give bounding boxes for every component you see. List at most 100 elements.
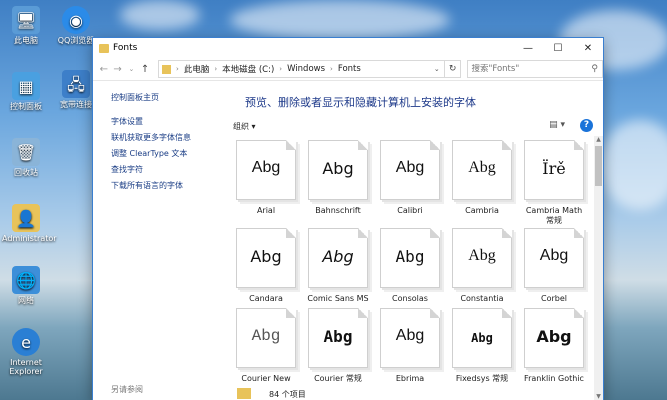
forward-arrow-icon[interactable]: → [111, 64, 125, 75]
link-control-panel-home[interactable]: 控制面板主页 [111, 92, 159, 103]
refresh-icon[interactable]: ↻ [444, 60, 462, 78]
desktop-icon-ie[interactable]: e Internet Explorer [2, 328, 50, 376]
font-name: Comic Sans MS [307, 294, 369, 303]
desktop-icon-user[interactable]: 👤 Administrator [2, 204, 57, 243]
font-tile-cambria-math[interactable]: Ïrě Cambria Math 常规 [521, 140, 587, 225]
font-name: Corbel [541, 294, 567, 303]
breadcrumb-fonts[interactable]: Fonts [335, 64, 364, 74]
organize-button[interactable]: 组织 ▾ [233, 121, 256, 132]
font-name: Courier New [241, 374, 291, 383]
computer-icon: 🖥 [12, 6, 40, 34]
minimize-button[interactable]: — [513, 38, 543, 58]
font-preview: Abg [468, 247, 496, 264]
breadcrumb-windows[interactable]: Windows [284, 64, 328, 74]
font-tile-franklin-gothic[interactable]: Abg Franklin Gothic [521, 308, 587, 390]
font-tile-corbel[interactable]: Abg Corbel [521, 228, 587, 310]
back-arrow-icon[interactable]: ← [97, 64, 111, 75]
desktop-icon-label: 宽带连接 [60, 100, 92, 109]
font-tile-courier[interactable]: Abg Courier 常规 [305, 308, 371, 390]
fonts-folder-icon [162, 64, 171, 74]
left-pane: 控制面板主页 字体设置 联机获取更多字体信息 调整 ClearType 文本 查… [93, 80, 225, 400]
font-file-icon: Abg [524, 308, 584, 368]
font-tile-fixedsys[interactable]: Abg Fixedsys 常规 [449, 308, 515, 390]
folder-icon [99, 43, 109, 53]
font-file-icon: Abg [308, 308, 368, 368]
desktop-icon-label: 此电脑 [14, 36, 38, 45]
chevron-right-icon: › [279, 65, 283, 73]
font-tile-candara[interactable]: Abg Candara [233, 228, 299, 310]
up-arrow-icon[interactable]: ↑ [138, 64, 152, 75]
font-name: Candara [249, 294, 283, 303]
font-tile-cambria[interactable]: Abg Cambria [449, 140, 515, 222]
recent-dropdown-icon[interactable]: ⌄ [125, 65, 139, 73]
search-box[interactable]: ⚲ [467, 60, 604, 78]
chevron-right-icon: › [330, 65, 333, 73]
chevron-down-icon[interactable]: ⌄ [430, 65, 444, 73]
font-tile-consolas[interactable]: Abg Consolas [377, 228, 443, 310]
font-tile-calibri[interactable]: Abg Calibri [377, 140, 443, 222]
font-preview: Abg [251, 327, 281, 345]
font-name: Calibri [397, 206, 423, 215]
font-tile-constantia[interactable]: Abg Constantia [449, 228, 515, 310]
breadcrumb-local-disk[interactable]: 本地磁盘 (C:) [219, 63, 277, 75]
help-icon[interactable]: ? [580, 119, 593, 132]
font-preview: Abg [322, 247, 354, 266]
font-tile-comic-sans[interactable]: Abg Comic Sans MS [305, 228, 371, 310]
link-cleartype[interactable]: 调整 ClearType 文本 [111, 148, 187, 159]
fonts-window: Fonts — ☐ ✕ ← → ⌄ ↑ › 此电脑 › 本地磁盘 (C:) › … [93, 38, 604, 400]
link-find-character[interactable]: 查找字符 [111, 164, 143, 175]
font-file-icon: Abg [380, 140, 440, 200]
font-file-icon: Abg [452, 140, 512, 200]
user-folder-icon: 👤 [12, 204, 40, 232]
desktop-icon-computer[interactable]: 🖥 此电脑 [2, 6, 50, 45]
status-bar: 84 个项目 [225, 388, 603, 400]
recycle-bin-icon: 🗑 [12, 138, 40, 166]
scroll-up-icon[interactable]: ▲ [594, 136, 603, 143]
see-also-label: 另请参阅 [111, 385, 143, 394]
font-name: Fixedsys 常规 [455, 374, 509, 383]
font-file-icon: Abg [380, 228, 440, 288]
font-name: Ebrima [395, 374, 425, 383]
font-file-icon: Abg [452, 228, 512, 288]
path-box[interactable]: › 此电脑 › 本地磁盘 (C:) › Windows › Fonts ⌄ [158, 60, 445, 78]
font-preview: Abg [323, 327, 353, 346]
desktop-icon-recycle-bin[interactable]: 🗑 回收站 [2, 138, 50, 177]
scroll-thumb[interactable] [595, 146, 602, 186]
font-preview: Abg [395, 247, 425, 266]
item-count: 84 个项目 [269, 390, 306, 399]
link-download-fonts[interactable]: 下载所有语言的字体 [111, 180, 183, 191]
font-preview: Ïrě [542, 159, 566, 178]
font-file-icon: Abg [308, 140, 368, 200]
font-file-icon: Abg [236, 140, 296, 200]
page-title: 预览、删除或者显示和隐藏计算机上安装的字体 [245, 96, 476, 109]
title-bar[interactable]: Fonts — ☐ ✕ [93, 38, 603, 58]
font-file-icon: Abg [308, 228, 368, 288]
search-input[interactable] [468, 64, 588, 74]
maximize-button[interactable]: ☐ [543, 38, 573, 58]
desktop-icon-control-panel[interactable]: ▦ 控制面板 [2, 72, 50, 111]
browser-icon: ◉ [62, 6, 90, 34]
font-tile-courier-new[interactable]: Abg Courier New [233, 308, 299, 390]
font-preview: Abg [536, 327, 572, 346]
ie-icon: e [12, 328, 40, 356]
close-button[interactable]: ✕ [573, 38, 603, 58]
network-globe-icon: 🌐 [12, 266, 40, 294]
folder-icon [237, 388, 251, 399]
control-panel-icon: ▦ [12, 72, 40, 100]
vertical-scrollbar[interactable]: ▲ ▼ [594, 136, 603, 400]
font-tile-arial[interactable]: Abg Arial [233, 140, 299, 222]
view-options-icon[interactable]: ▤ ▾ [549, 120, 565, 130]
font-preview: Abg [468, 159, 496, 176]
font-preview: Abg [395, 159, 425, 176]
chevron-right-icon: › [214, 65, 218, 73]
font-tile-bahnschrift[interactable]: Abg Bahnschrift [305, 140, 371, 222]
desktop-icon-label: Internet Explorer [9, 358, 43, 376]
search-icon[interactable]: ⚲ [587, 64, 602, 74]
font-name: Franklin Gothic [524, 374, 584, 383]
desktop-icon-network[interactable]: 🌐 网络 [2, 266, 50, 305]
font-tile-ebrima[interactable]: Abg Ebrima [377, 308, 443, 390]
font-preview: Abg [251, 159, 281, 176]
link-get-font-info[interactable]: 联机获取更多字体信息 [111, 132, 191, 143]
breadcrumb-this-pc[interactable]: 此电脑 [181, 63, 213, 75]
link-font-settings[interactable]: 字体设置 [111, 116, 143, 127]
